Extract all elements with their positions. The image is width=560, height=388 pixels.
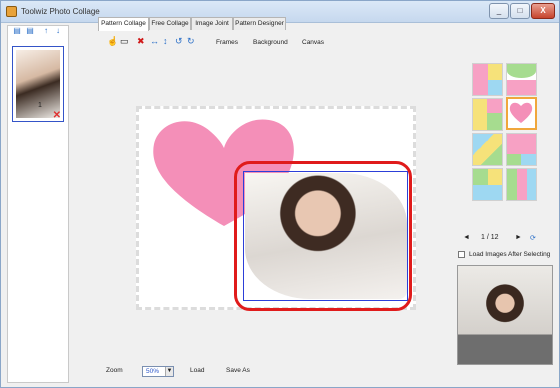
chevron-down-icon[interactable]: ▼ bbox=[165, 367, 173, 376]
zoom-select[interactable]: 50% ▼ bbox=[142, 366, 174, 377]
template-item[interactable] bbox=[506, 168, 537, 201]
load-images-label: Load Images After Selecting bbox=[469, 251, 551, 258]
template-item[interactable] bbox=[506, 63, 537, 96]
template-item[interactable] bbox=[472, 168, 503, 201]
page-indicator: 1 / 12 bbox=[481, 234, 499, 241]
template-item[interactable] bbox=[472, 98, 503, 131]
tab-pattern-collage[interactable]: Pattern Collage bbox=[98, 17, 149, 31]
background-button[interactable]: Background bbox=[253, 39, 288, 46]
collage-canvas[interactable] bbox=[136, 106, 416, 311]
canvas-button[interactable]: Canvas bbox=[302, 39, 324, 46]
checkbox-box[interactable] bbox=[458, 251, 465, 258]
zoom-label: Zoom bbox=[106, 367, 123, 374]
thumbnail-delete-icon[interactable]: ✕ bbox=[53, 110, 61, 121]
flip-vertical-icon[interactable]: ↕ bbox=[163, 36, 168, 46]
delete-icon[interactable]: ✖ bbox=[137, 36, 145, 46]
app-window: Toolwiz Photo Collage _ □ X ▤ ▤ ↑ ↓ ✕ 1 … bbox=[0, 0, 560, 388]
save-as-button[interactable]: Save As bbox=[226, 367, 250, 374]
move-down-icon[interactable]: ↓ bbox=[53, 26, 63, 36]
highlight-frame bbox=[234, 161, 412, 311]
template-item-selected[interactable] bbox=[506, 97, 537, 130]
minimize-button[interactable]: _ bbox=[489, 3, 509, 19]
zoom-value: 50% bbox=[146, 368, 160, 375]
photo-preview bbox=[457, 265, 553, 365]
thumbnail-number: 1 bbox=[38, 102, 42, 109]
photo-thumbnail[interactable]: ✕ bbox=[12, 46, 64, 122]
app-icon bbox=[6, 6, 17, 17]
prev-page-icon[interactable]: ◄ bbox=[463, 234, 470, 241]
tab-image-joint[interactable]: Image Joint bbox=[191, 17, 233, 30]
load-button[interactable]: Load bbox=[190, 367, 204, 374]
flip-horizontal-icon[interactable]: ↔ bbox=[150, 36, 159, 46]
template-pager: ◄ 1 / 12 ► ⟳ bbox=[463, 233, 553, 245]
photo-list-panel: ▤ ▤ ↑ ↓ ✕ 1 bbox=[7, 25, 69, 383]
remove-photo-icon[interactable]: ▤ bbox=[25, 26, 35, 36]
rotate-left-icon[interactable]: ↺ bbox=[175, 36, 183, 46]
refresh-icon[interactable]: ⟳ bbox=[530, 234, 536, 242]
image-icon[interactable]: ▭ bbox=[120, 36, 129, 46]
add-photo-icon[interactable]: ▤ bbox=[12, 26, 22, 36]
move-up-icon[interactable]: ↑ bbox=[41, 26, 51, 36]
template-item[interactable] bbox=[506, 133, 537, 166]
tab-pattern-designer[interactable]: Pattern Designer bbox=[233, 17, 286, 30]
template-panel: ◄ 1 / 12 ► ⟳ Load Images After Selecting bbox=[453, 53, 553, 383]
maximize-button[interactable]: □ bbox=[510, 3, 530, 19]
close-button[interactable]: X bbox=[531, 3, 555, 19]
pointer-icon[interactable]: ☝ bbox=[107, 36, 118, 46]
rotate-right-icon[interactable]: ↻ bbox=[187, 36, 195, 46]
template-item[interactable] bbox=[472, 133, 503, 166]
tab-free-collage[interactable]: Free Collage bbox=[149, 17, 191, 30]
canvas-area bbox=[98, 53, 448, 353]
frames-button[interactable]: Frames bbox=[216, 39, 238, 46]
window-title: Toolwiz Photo Collage bbox=[21, 7, 100, 16]
bottom-bar: Zoom 50% ▼ Load Save As bbox=[98, 363, 451, 381]
editor-toolbar: ☝ ▭ ✖ ↔ ↕ ↺ ↻ Frames Background Canvas bbox=[98, 33, 451, 51]
next-page-icon[interactable]: ► bbox=[515, 234, 522, 241]
template-item[interactable] bbox=[472, 63, 503, 96]
